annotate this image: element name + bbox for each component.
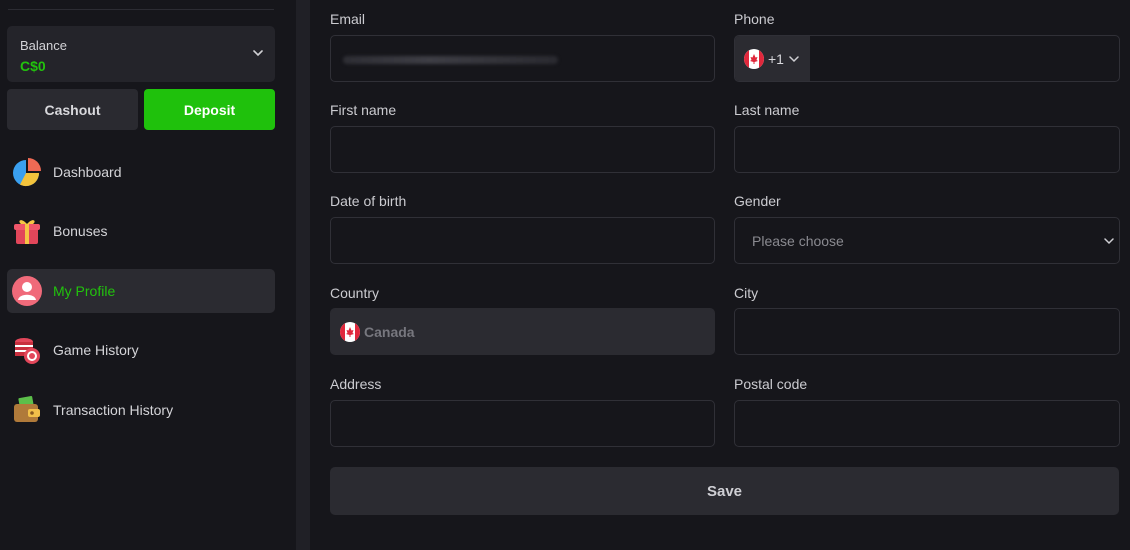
canada-flag-icon bbox=[744, 49, 764, 69]
sidebar-item-bonuses[interactable]: Bonuses bbox=[7, 209, 275, 253]
sidebar-item-label: My Profile bbox=[53, 283, 116, 299]
chevron-down-icon[interactable] bbox=[253, 48, 263, 58]
chevron-down-icon bbox=[789, 55, 799, 63]
sidebar-item-label: Game History bbox=[53, 342, 139, 358]
phone-country-selector[interactable]: +1 bbox=[735, 36, 810, 81]
sidebar-item-my-profile[interactable]: My Profile bbox=[7, 269, 275, 313]
save-button[interactable]: Save bbox=[330, 467, 1119, 515]
sidebar-item-label: Transaction History bbox=[53, 402, 174, 418]
sidebar: Balance C$0 Cashout Deposit Dashboard Bo… bbox=[0, 0, 296, 550]
email-field[interactable] bbox=[330, 35, 715, 82]
cashout-button[interactable]: Cashout bbox=[7, 89, 138, 130]
city-field[interactable] bbox=[734, 308, 1120, 355]
balance-value: C$0 bbox=[20, 58, 46, 74]
sidebar-item-label: Bonuses bbox=[53, 223, 108, 239]
sidebar-item-game-history[interactable]: Game History bbox=[7, 328, 275, 372]
last-name-label: Last name bbox=[734, 102, 800, 118]
first-name-label: First name bbox=[330, 102, 397, 118]
chevron-down-icon bbox=[1104, 237, 1114, 245]
country-field: Canada bbox=[330, 308, 715, 355]
postal-code-label: Postal code bbox=[734, 376, 808, 392]
date-of-birth-field[interactable] bbox=[330, 217, 715, 264]
country-label: Country bbox=[330, 285, 380, 301]
phone-label: Phone bbox=[734, 11, 775, 27]
postal-code-field[interactable] bbox=[734, 400, 1120, 447]
address-field[interactable] bbox=[330, 400, 715, 447]
profile-form: Email Phone +1 First name Last name Date… bbox=[310, 0, 1130, 550]
gender-label: Gender bbox=[734, 193, 781, 209]
redacted-email-value bbox=[343, 56, 558, 64]
pie-chart-icon bbox=[11, 156, 43, 188]
sidebar-item-label: Dashboard bbox=[53, 164, 122, 180]
city-label: City bbox=[734, 285, 759, 301]
email-label: Email bbox=[330, 11, 366, 27]
canada-flag-icon bbox=[340, 322, 360, 342]
sidebar-item-transaction-history[interactable]: Transaction History bbox=[7, 388, 275, 432]
phone-country-code: +1 bbox=[768, 51, 784, 67]
sidebar-top-divider bbox=[8, 9, 274, 10]
date-of-birth-label: Date of birth bbox=[330, 193, 407, 209]
sidebar-item-dashboard[interactable]: Dashboard bbox=[7, 150, 275, 194]
user-avatar-icon bbox=[11, 275, 43, 307]
country-value: Canada bbox=[364, 324, 415, 340]
phone-field[interactable]: +1 bbox=[734, 35, 1120, 82]
sidebar-separator bbox=[296, 0, 310, 550]
gift-icon bbox=[11, 215, 43, 247]
wallet-icon bbox=[11, 394, 43, 426]
deposit-button[interactable]: Deposit bbox=[144, 89, 275, 130]
gender-placeholder: Please choose bbox=[752, 233, 844, 249]
first-name-field[interactable] bbox=[330, 126, 715, 173]
address-label: Address bbox=[330, 376, 382, 392]
gender-select[interactable]: Please choose bbox=[734, 217, 1120, 264]
balance-dropdown[interactable]: Balance C$0 bbox=[7, 26, 275, 82]
balance-label: Balance bbox=[20, 38, 67, 53]
casino-chips-icon bbox=[11, 334, 43, 366]
last-name-field[interactable] bbox=[734, 126, 1120, 173]
